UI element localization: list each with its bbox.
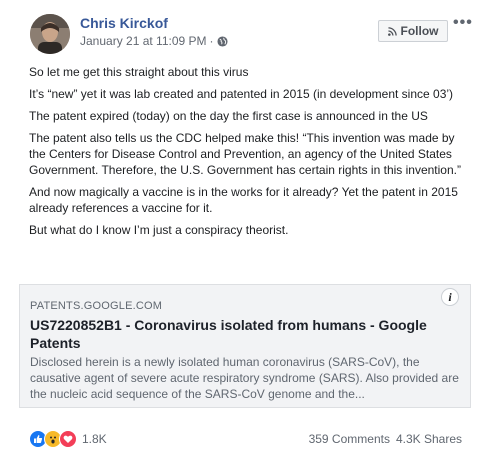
post-paragraph: So let me get this straight about this v… xyxy=(29,65,249,79)
meta-separator: · xyxy=(209,34,214,48)
post-timestamp[interactable]: January 21 at 11:09 PM xyxy=(80,34,207,48)
engagement-stats: 359 Comments 4.3K Shares xyxy=(309,432,462,446)
love-icon xyxy=(59,430,77,448)
avatar[interactable] xyxy=(30,14,70,54)
post-text: So let me get this straight about this v… xyxy=(29,64,461,244)
post-paragraph: But what do I know I’m just a conspiracy… xyxy=(29,223,289,237)
reaction-count: 1.8K xyxy=(82,432,107,446)
rss-icon xyxy=(387,26,397,36)
post-paragraph: It’s “new” yet it was lab created and pa… xyxy=(29,87,454,101)
link-domain: PATENTS.GOOGLE.COM xyxy=(30,300,163,312)
globe-icon xyxy=(216,35,228,47)
more-options-icon[interactable]: ••• xyxy=(453,14,473,32)
shares-count[interactable]: 4.3K Shares xyxy=(396,432,462,446)
facebook-post: Chris Kirckof January 21 at 11:09 PM · F… xyxy=(0,0,490,472)
post-paragraph: The patent expired (today) on the day th… xyxy=(29,109,428,123)
follow-label: Follow xyxy=(400,24,439,38)
follow-button[interactable]: Follow xyxy=(378,20,448,42)
link-title[interactable]: US7220852B1 - Coronavirus isolated from … xyxy=(30,316,450,352)
link-preview-card[interactable]: PATENTS.GOOGLE.COM US7220852B1 - Coronav… xyxy=(19,284,471,408)
link-description: Disclosed herein is a newly isolated hum… xyxy=(30,355,459,401)
post-paragraph: And now magically a vaccine is in the wo… xyxy=(29,185,458,215)
post-meta: January 21 at 11:09 PM · xyxy=(80,34,228,48)
post-paragraph: The patent also tells us the CDC helped … xyxy=(29,131,461,177)
author-name[interactable]: Chris Kirckof xyxy=(80,15,168,31)
comments-count[interactable]: 359 Comments xyxy=(309,432,390,446)
info-icon[interactable]: i xyxy=(441,288,459,306)
reactions-summary[interactable]: 1.8K xyxy=(29,430,107,448)
